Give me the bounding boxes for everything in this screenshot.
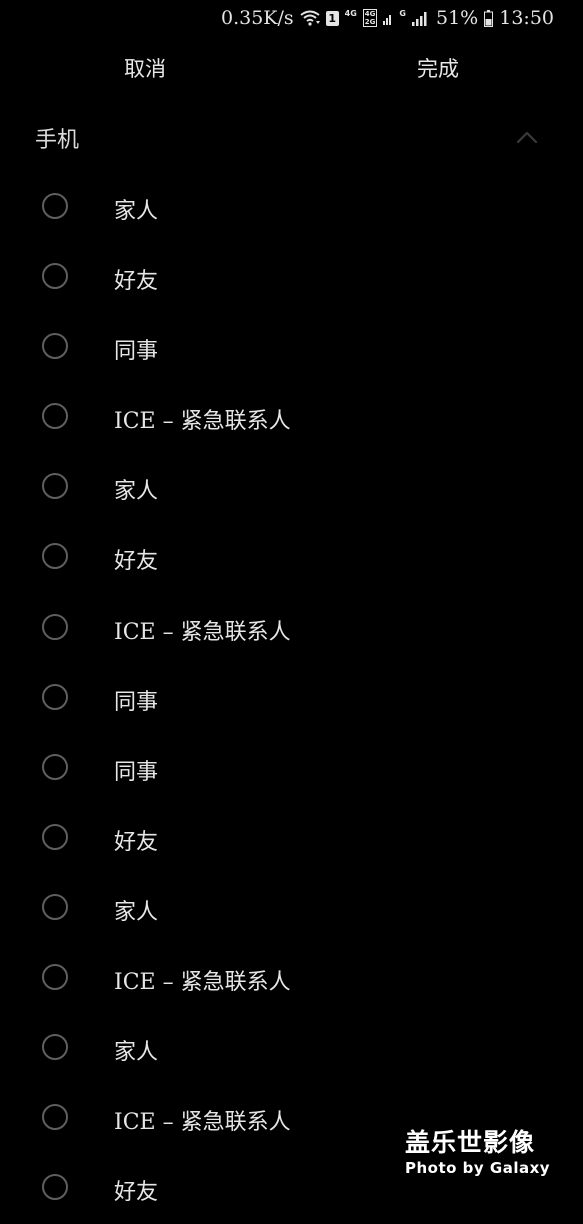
list-item-label: 好友 [114, 269, 159, 295]
dual-network-top: 4G [364, 10, 376, 18]
radio-button[interactable] [42, 893, 68, 920]
list-item-label: 家人 [114, 479, 159, 505]
radio-button[interactable] [42, 964, 68, 991]
radio-button[interactable] [42, 473, 68, 500]
status-icons: 0.35K/s 1 4G 4G 2G G 51% 13:50 [221, 7, 554, 29]
list-item[interactable]: 家人 [0, 1014, 583, 1084]
group-section-header[interactable]: 手机 [0, 112, 583, 164]
network-speed: 0.35K/s [221, 7, 294, 29]
group-list: 家人 好友 同事 ICE – 紧急联系人 家人 好友 ICE – 紧急联系人 同事 同事 好友 家人… [0, 173, 583, 1224]
signal-strength-icon-1 [383, 11, 393, 25]
list-item[interactable]: 同事 [0, 313, 583, 383]
list-item-label: 好友 [114, 829, 159, 855]
signal-strength-icon-2 [412, 10, 430, 26]
radio-button[interactable] [42, 543, 68, 570]
list-item[interactable]: ICE – 紧急联系人 [0, 594, 583, 664]
wifi-icon [300, 10, 320, 26]
battery-icon [484, 9, 494, 27]
section-title: 手机 [35, 128, 80, 153]
network-type-g: G [399, 9, 406, 18]
radio-button[interactable] [42, 753, 68, 780]
watermark-subtitle: Photo by Galaxy [405, 1159, 551, 1177]
radio-button[interactable] [42, 1034, 68, 1061]
network-type-4g: 4G [344, 9, 357, 18]
radio-button[interactable] [42, 333, 68, 360]
list-item-label: 同事 [114, 759, 159, 785]
radio-button[interactable] [42, 1174, 68, 1201]
list-item-label: ICE – 紧急联系人 [114, 619, 291, 645]
radio-button[interactable] [42, 403, 68, 430]
list-item-label: ICE – 紧急联系人 [114, 409, 291, 435]
watermark-title: 盖乐世影像 [405, 1128, 536, 1157]
list-item-label: 同事 [114, 689, 159, 715]
done-button[interactable]: 完成 [417, 44, 459, 94]
radio-button[interactable] [42, 193, 68, 219]
radio-button[interactable] [42, 1104, 68, 1131]
list-item-label: ICE – 紧急联系人 [114, 970, 291, 996]
action-bar: 取消 完成 [0, 44, 583, 94]
cancel-button[interactable]: 取消 [124, 44, 166, 94]
list-item[interactable]: 同事 [0, 664, 583, 734]
sim-1-badge: 1 [325, 10, 339, 26]
radio-button[interactable] [42, 683, 68, 710]
status-bar: 0.35K/s 1 4G 4G 2G G 51% 13:50 [0, 0, 583, 36]
dual-network-bottom: 2G [364, 18, 376, 26]
battery-percentage: 51% [436, 7, 479, 29]
list-item[interactable]: 家人 [0, 173, 583, 243]
list-item[interactable]: 好友 [0, 804, 583, 874]
list-item[interactable]: 好友 [0, 243, 583, 313]
chevron-up-icon[interactable] [514, 126, 540, 148]
dual-network-icon: 4G 2G [362, 9, 378, 27]
list-item-label: 家人 [114, 199, 159, 224]
list-item-label: 好友 [114, 549, 159, 575]
list-item[interactable]: ICE – 紧急联系人 [0, 944, 583, 1014]
radio-button[interactable] [42, 263, 68, 290]
list-item[interactable]: 好友 [0, 523, 583, 593]
list-item[interactable]: 家人 [0, 874, 583, 944]
watermark: 盖乐世影像 Photo by Galaxy [405, 1128, 575, 1178]
list-item[interactable]: ICE – 紧急联系人 [0, 383, 583, 453]
list-item-label: 同事 [114, 339, 159, 365]
list-item-label: ICE – 紧急联系人 [114, 1110, 291, 1136]
list-item-label: 家人 [114, 899, 159, 925]
radio-button[interactable] [42, 613, 68, 640]
radio-button[interactable] [42, 823, 68, 850]
list-item[interactable]: 同事 [0, 734, 583, 804]
list-item[interactable]: 家人 [0, 453, 583, 523]
list-item-label: 好友 [114, 1180, 159, 1206]
list-item-label: 家人 [114, 1040, 159, 1066]
clock: 13:50 [499, 7, 554, 29]
